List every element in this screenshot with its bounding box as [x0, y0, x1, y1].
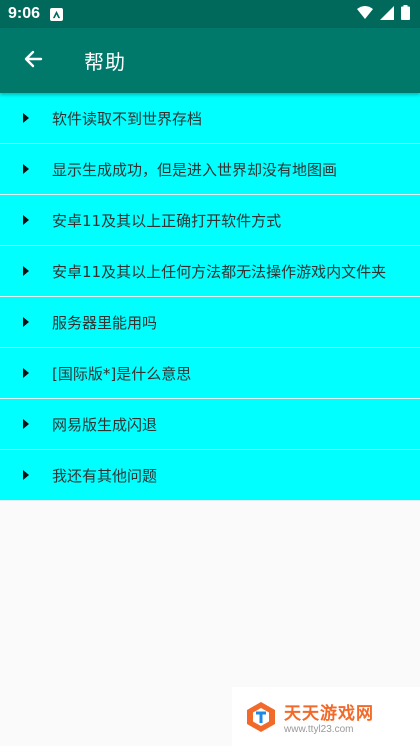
caret-right-icon	[23, 419, 29, 429]
wifi-icon	[357, 5, 373, 24]
help-list: 软件读取不到世界存档 显示生成成功，但是进入世界却没有地图画 安卓11及其以上正…	[0, 93, 420, 501]
help-item[interactable]: 显示生成成功，但是进入世界却没有地图画	[0, 144, 420, 195]
help-item-label: 服务器里能用吗	[52, 313, 158, 332]
help-item-label: 软件读取不到世界存档	[52, 109, 203, 128]
help-item[interactable]: 我还有其他问题	[0, 450, 420, 501]
caret-right-icon	[23, 215, 29, 225]
help-item-label: 安卓11及其以上正确打开软件方式	[52, 211, 282, 230]
caret-right-icon	[23, 113, 29, 123]
help-item[interactable]: 安卓11及其以上任何方法都无法操作游戏内文件夹	[0, 246, 420, 297]
arrow-left-icon	[23, 49, 43, 73]
help-item-label: 显示生成成功，但是进入世界却没有地图画	[52, 160, 338, 179]
notification-a-icon	[50, 7, 64, 21]
caret-right-icon	[23, 317, 29, 327]
caret-right-icon	[23, 368, 29, 378]
page-title: 帮助	[84, 50, 126, 74]
watermark-title: 天天游戏网	[284, 703, 374, 724]
battery-icon	[401, 4, 410, 24]
help-item[interactable]: 服务器里能用吗	[0, 297, 420, 348]
caret-right-icon	[23, 164, 29, 174]
help-item-label: 我还有其他问题	[52, 466, 158, 485]
help-item-label: [国际版*]是什么意思	[52, 364, 192, 383]
watermark-logo-icon	[244, 700, 278, 734]
app-bar: 帮助	[0, 28, 420, 93]
help-item-label: 安卓11及其以上任何方法都无法操作游戏内文件夹	[52, 262, 387, 281]
watermark: 天天游戏网 www.ttyl23.com	[232, 687, 420, 746]
caret-right-icon	[23, 266, 29, 276]
signal-icon	[380, 5, 394, 24]
watermark-url: www.ttyl23.com	[284, 723, 354, 735]
help-item[interactable]: [国际版*]是什么意思	[0, 348, 420, 399]
status-bar: 9:06	[0, 0, 420, 28]
help-item[interactable]: 网易版生成闪退	[0, 399, 420, 450]
back-button[interactable]	[0, 28, 66, 93]
help-item-label: 网易版生成闪退	[52, 415, 158, 434]
help-item[interactable]: 安卓11及其以上正确打开软件方式	[0, 195, 420, 246]
caret-right-icon	[23, 470, 29, 480]
status-time: 9:06	[8, 5, 41, 22]
help-item[interactable]: 软件读取不到世界存档	[0, 93, 420, 144]
